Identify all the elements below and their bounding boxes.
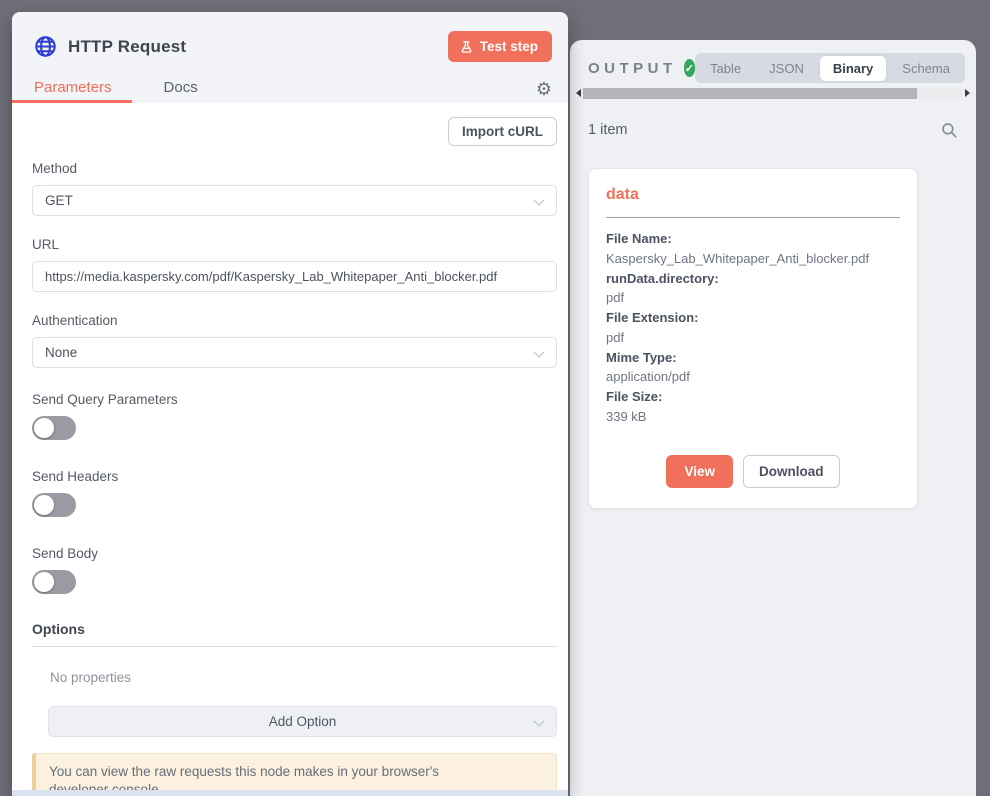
method-select[interactable]: GET xyxy=(32,185,557,216)
scrollbar-track[interactable] xyxy=(583,88,963,99)
add-option-label: Add Option xyxy=(269,714,337,729)
options-heading: Options xyxy=(32,621,557,647)
url-input[interactable] xyxy=(32,261,557,292)
send-headers-label: Send Headers xyxy=(32,469,557,484)
output-title: OUTPUT xyxy=(588,60,677,77)
prop-value: pdf xyxy=(606,288,900,308)
prop-value: application/pdf xyxy=(606,367,900,387)
view-button[interactable]: View xyxy=(666,455,733,488)
download-button[interactable]: Download xyxy=(743,455,840,488)
flask-icon xyxy=(460,40,473,54)
tab-table[interactable]: Table xyxy=(696,55,755,82)
prop-label: Mime Type: xyxy=(606,348,900,368)
binary-data-card: data File Name: Kaspersky_Lab_Whitepaper… xyxy=(588,168,918,509)
binary-key: data xyxy=(606,186,900,204)
prop-value: pdf xyxy=(606,328,900,348)
url-label: URL xyxy=(32,237,557,252)
items-count: 1 item xyxy=(588,122,628,138)
send-body-label: Send Body xyxy=(32,546,557,561)
tab-json[interactable]: JSON xyxy=(755,55,818,82)
prop-value: Kaspersky_Lab_Whitepaper_Anti_blocker.pd… xyxy=(606,249,900,269)
prop-label: File Size: xyxy=(606,387,900,407)
node-header: HTTP Request Test step Parameters Docs ⚙ xyxy=(12,12,568,103)
prop-label: File Name: xyxy=(606,229,900,249)
card-divider xyxy=(606,217,900,218)
scroll-right-arrow[interactable] xyxy=(965,89,970,97)
active-tab-underline xyxy=(12,100,132,103)
tab-binary[interactable]: Binary xyxy=(820,56,886,81)
chevron-down-icon xyxy=(533,194,544,205)
import-curl-button[interactable]: Import cURL xyxy=(448,117,557,146)
send-headers-toggle[interactable] xyxy=(32,493,76,517)
authentication-select[interactable]: None xyxy=(32,337,557,368)
search-icon[interactable] xyxy=(940,121,958,139)
output-tab-group: Table JSON Binary Schema xyxy=(695,53,965,83)
prop-label: runData.directory: xyxy=(606,269,900,289)
add-option-select[interactable]: Add Option xyxy=(48,706,557,737)
toggle-knob xyxy=(34,418,54,438)
no-properties-text: No properties xyxy=(50,670,557,685)
prop-label: File Extension: xyxy=(606,308,900,328)
method-label: Method xyxy=(32,161,557,176)
tab-docs[interactable]: Docs xyxy=(164,79,198,107)
tab-schema[interactable]: Schema xyxy=(888,55,964,82)
scroll-left-arrow[interactable] xyxy=(576,89,581,97)
node-title: HTTP Request xyxy=(68,37,186,57)
chevron-down-icon xyxy=(533,346,544,357)
toggle-knob xyxy=(34,495,54,515)
horizontal-scrollbar[interactable] xyxy=(576,87,970,99)
globe-icon xyxy=(34,35,57,58)
toggle-knob xyxy=(34,572,54,592)
test-step-button[interactable]: Test step xyxy=(448,31,552,62)
chevron-down-icon xyxy=(533,715,544,726)
http-request-node-panel: HTTP Request Test step Parameters Docs ⚙… xyxy=(12,12,568,796)
output-panel: OUTPUT ✓ Table JSON Binary Schema 1 item… xyxy=(570,40,976,796)
send-query-parameters-toggle[interactable] xyxy=(32,416,76,440)
test-step-label: Test step xyxy=(480,39,538,54)
gear-icon[interactable]: ⚙ xyxy=(536,81,552,107)
success-check-icon: ✓ xyxy=(684,59,695,77)
panel-bottom-strip xyxy=(12,790,568,796)
send-body-toggle[interactable] xyxy=(32,570,76,594)
prop-value: 339 kB xyxy=(606,407,900,427)
scrollbar-thumb[interactable] xyxy=(583,88,917,99)
authentication-label: Authentication xyxy=(32,313,557,328)
authentication-value: None xyxy=(45,345,77,360)
send-query-parameters-label: Send Query Parameters xyxy=(32,392,557,407)
method-value: GET xyxy=(45,193,73,208)
